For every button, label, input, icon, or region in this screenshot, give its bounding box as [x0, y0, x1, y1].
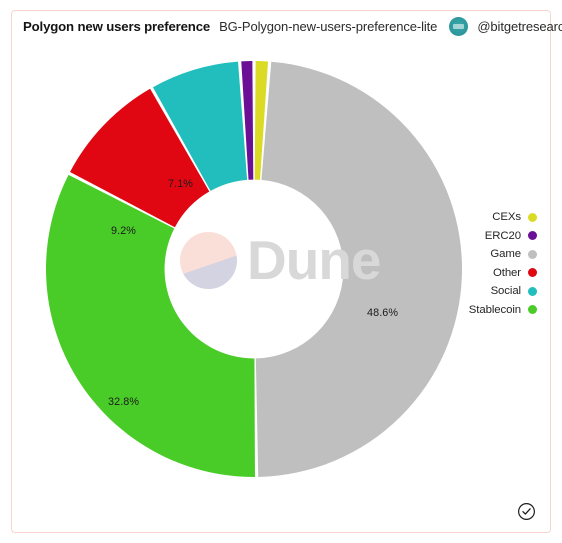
legend-color-swatch-icon: [528, 249, 537, 259]
slice-percentage-label: 48.6%: [367, 307, 399, 319]
card-header: Polygon new users preference BG-Polygon-…: [12, 11, 562, 41]
legend-item[interactable]: ERC20: [485, 227, 537, 246]
donut-svg: [45, 61, 463, 477]
legend-item-label: Other: [493, 266, 521, 279]
legend-item[interactable]: Other: [493, 264, 537, 283]
legend-item[interactable]: Game: [490, 245, 537, 264]
legend-item-label: Social: [490, 285, 522, 298]
donut-slices: [45, 61, 463, 477]
chart-card: Polygon new users preference BG-Polygon-…: [0, 0, 562, 543]
legend-item-label: ERC20: [484, 229, 521, 242]
legend-color-swatch-icon: [528, 268, 537, 278]
query-subtitle: BG-Polygon-new-users-preference-lite: [219, 18, 438, 34]
bitget-avatar-icon: [449, 16, 469, 36]
legend-item-label: CEXs: [492, 211, 521, 224]
plot-area: Dune 48.6% 32.8% 9.2% 7.1% CEXs ERC20 Game Oth…: [12, 48, 550, 532]
author-handle: @bitgetresearch: [477, 18, 562, 34]
verified-check-icon[interactable]: [517, 502, 536, 521]
page-title: Polygon new users preference: [23, 18, 211, 34]
legend-item-label: Game: [490, 248, 521, 261]
legend-color-swatch-icon: [528, 305, 537, 315]
donut-slice[interactable]: [45, 174, 255, 477]
legend-color-swatch-icon: [528, 286, 537, 296]
legend-color-swatch-icon: [528, 231, 537, 241]
slice-percentage-label: 32.8%: [108, 396, 140, 408]
legend-color-swatch-icon: [528, 212, 537, 222]
slice-percentage-label: 9.2%: [111, 225, 137, 237]
legend-item[interactable]: Stablecoin: [469, 301, 537, 320]
donut-chart[interactable]: [45, 60, 463, 478]
legend-item-label: Stablecoin: [468, 303, 521, 316]
legend-item[interactable]: CEXs: [492, 208, 537, 227]
donut-slice[interactable]: [255, 61, 463, 477]
chart-legend: CEXs ERC20 Game Other Social Stablecoin: [469, 208, 537, 319]
slice-percentage-label: 7.1%: [168, 178, 194, 190]
legend-item[interactable]: Social: [491, 282, 537, 301]
